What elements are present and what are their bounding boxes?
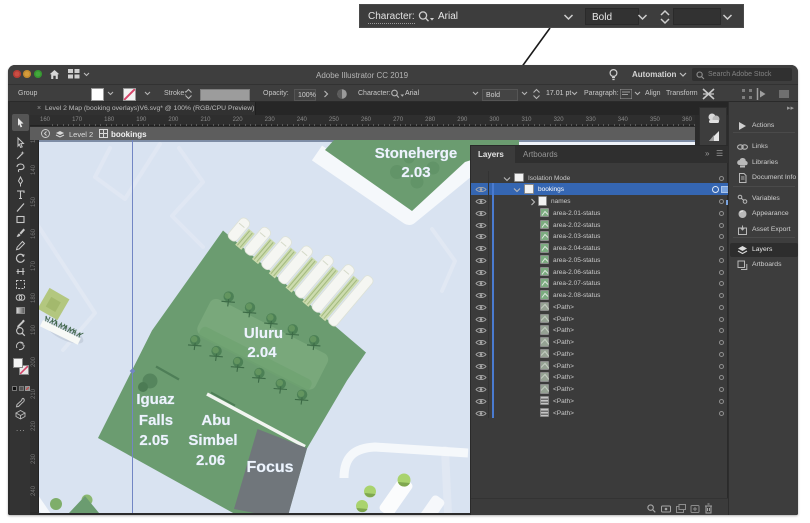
svg-text:Simbel: Simbel (188, 432, 237, 449)
svg-text:Uluru: Uluru (244, 325, 283, 342)
svg-text:Stoneherge: Stoneherge (375, 145, 458, 162)
svg-text:Falls: Falls (139, 412, 173, 429)
svg-text:2.05: 2.05 (139, 432, 168, 449)
svg-text:2.04: 2.04 (247, 344, 277, 361)
svg-text:Focus: Focus (246, 459, 293, 476)
svg-text:2.03: 2.03 (401, 164, 430, 181)
svg-text:2.06: 2.06 (196, 452, 225, 469)
svg-text:Iguaz: Iguaz (136, 391, 174, 408)
svg-text:Abu: Abu (201, 412, 230, 429)
